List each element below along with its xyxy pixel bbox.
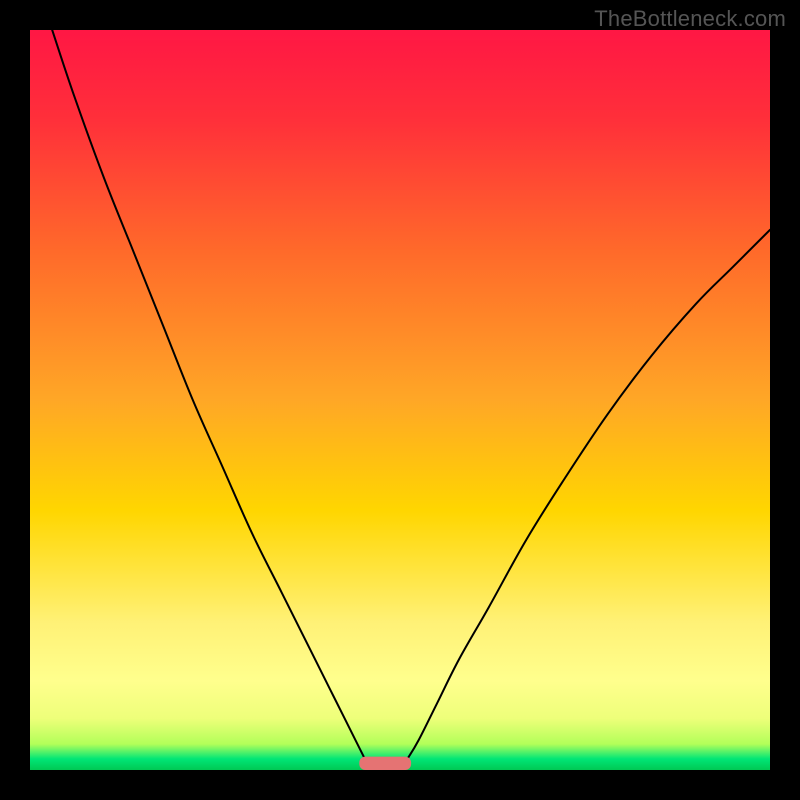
plot-background: [30, 30, 770, 770]
chart-container: TheBottleneck.com: [0, 0, 800, 800]
bottleneck-chart: [0, 0, 800, 800]
watermark-text: TheBottleneck.com: [594, 6, 786, 32]
bottleneck-marker: [359, 757, 411, 770]
